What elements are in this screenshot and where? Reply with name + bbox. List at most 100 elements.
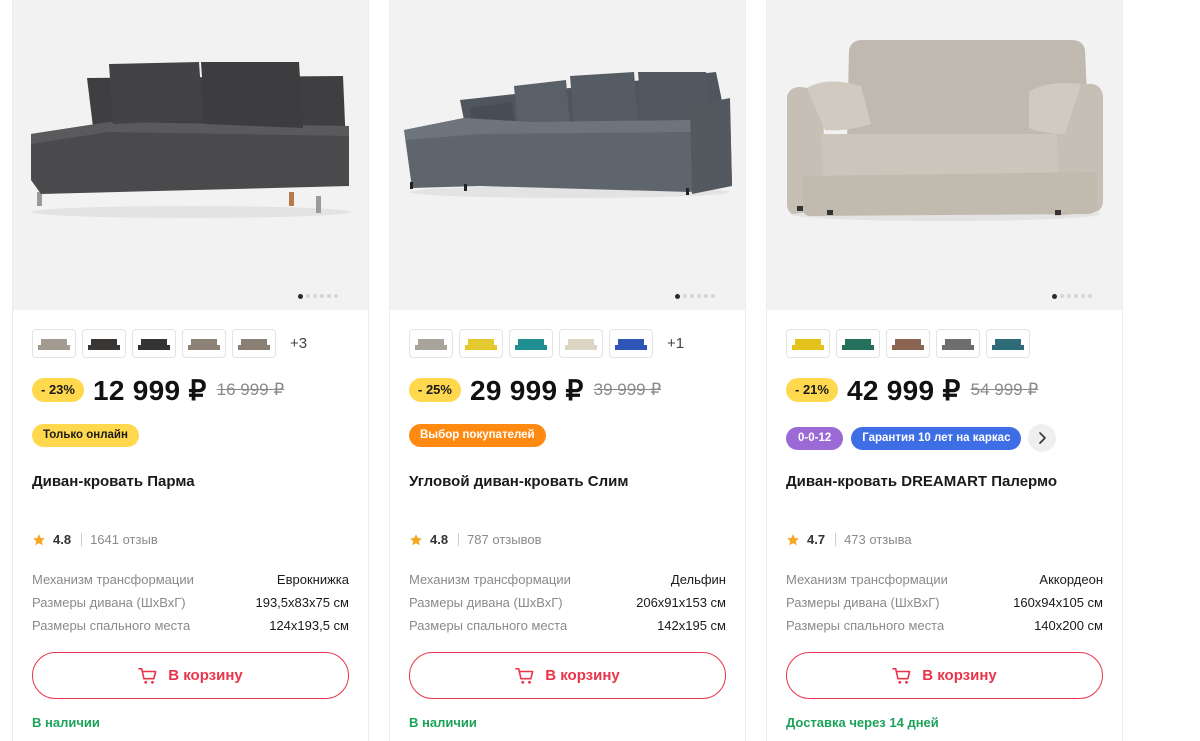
color-swatch[interactable]: [886, 329, 930, 358]
product-image[interactable]: [390, 0, 745, 310]
pagination-dot[interactable]: [334, 294, 338, 298]
pagination-dot[interactable]: [690, 294, 694, 298]
product-title[interactable]: Диван-кровать DREAMART Палермо: [786, 473, 1106, 490]
color-swatch[interactable]: [836, 329, 880, 358]
spec-label: Размеры дивана (ШхВхГ): [409, 595, 563, 610]
color-swatch[interactable]: [609, 329, 653, 358]
pagination-dot[interactable]: [683, 294, 687, 298]
pagination-dot[interactable]: [313, 294, 317, 298]
discount-badge: - 25%: [409, 378, 461, 402]
spec-label: Механизм трансформации: [786, 572, 948, 587]
color-swatch[interactable]: [409, 329, 453, 358]
pagination-dot[interactable]: [1067, 294, 1071, 298]
sofa-icon: [238, 338, 270, 350]
more-colors-link[interactable]: +3: [290, 335, 307, 352]
spec-label: Механизм трансформации: [32, 572, 194, 587]
reviews-link[interactable]: 1641 отзыв: [90, 532, 158, 547]
product-title[interactable]: Диван-кровать Парма: [32, 473, 352, 490]
pagination-dot[interactable]: [1074, 294, 1078, 298]
product-card[interactable]: +3 - 23% 12 999 ₽ 16 999 ₽ Только онлайн…: [12, 0, 369, 741]
rating-score: 4.8: [430, 532, 449, 547]
cart-icon: [138, 667, 157, 684]
spec-row: Размеры дивана (ШхВхГ) 193,5x83x75 см: [32, 593, 349, 616]
rating-score: 4.8: [53, 532, 72, 547]
sofa-icon: [38, 338, 70, 350]
sofa-icon: [515, 338, 547, 350]
spec-row: Размеры спального места 142x195 см: [409, 616, 726, 639]
product-card[interactable]: - 21% 42 999 ₽ 54 999 ₽ 0-0-12 Гарантия …: [766, 0, 1123, 741]
product-title[interactable]: Угловой диван-кровать Слим: [409, 473, 729, 490]
current-price: 29 999 ₽: [469, 374, 584, 406]
pagination-dot[interactable]: [306, 294, 310, 298]
spec-value: Еврокнижка: [276, 572, 349, 587]
spec-label: Размеры дивана (ШхВхГ): [786, 595, 940, 610]
color-swatch[interactable]: [509, 329, 553, 358]
cart-icon: [892, 667, 911, 684]
pagination-dot[interactable]: [1060, 294, 1064, 298]
star-icon: [33, 533, 45, 545]
specs-list: Механизм трансформации Дельфин Размеры ди…: [409, 570, 726, 639]
current-price: 42 999 ₽: [846, 374, 961, 406]
add-to-cart-button[interactable]: В корзину: [409, 652, 726, 699]
color-swatch[interactable]: [986, 329, 1030, 358]
image-pagination[interactable]: [675, 293, 715, 299]
color-swatch[interactable]: [32, 329, 76, 358]
add-to-cart-label: В корзину: [168, 667, 243, 684]
image-pagination[interactable]: [1052, 293, 1092, 299]
add-to-cart-button[interactable]: В корзину: [786, 652, 1103, 699]
price-row: - 23% 12 999 ₽ 16 999 ₽: [32, 372, 284, 408]
color-swatch[interactable]: [132, 329, 176, 358]
pagination-dot[interactable]: [704, 294, 708, 298]
spec-label: Размеры спального места: [786, 618, 945, 633]
rating: 4.8 1641 отзыв: [32, 532, 158, 547]
product-card[interactable]: +1 - 25% 29 999 ₽ 39 999 ₽ Выбор покупат…: [389, 0, 746, 741]
color-swatch[interactable]: [182, 329, 226, 358]
pagination-dot[interactable]: [697, 294, 701, 298]
product-image[interactable]: [767, 0, 1122, 310]
specs-list: Механизм трансформации Аккордеон Размеры …: [786, 570, 1103, 639]
sofa-icon: [942, 338, 974, 350]
color-swatch[interactable]: [82, 329, 126, 358]
pagination-dot[interactable]: [711, 294, 715, 298]
old-price: 39 999 ₽: [593, 380, 662, 399]
pagination-dot[interactable]: [298, 293, 303, 299]
more-colors-link[interactable]: +1: [667, 335, 684, 352]
image-pagination[interactable]: [298, 293, 338, 299]
color-swatch[interactable]: [232, 329, 276, 358]
sofa-icon: [842, 338, 874, 350]
pagination-dot[interactable]: [320, 294, 324, 298]
cart-icon: [515, 667, 534, 684]
sofa-photo: [787, 40, 1103, 221]
pagination-dot[interactable]: [327, 294, 331, 298]
sofa-icon: [465, 338, 497, 350]
color-swatch[interactable]: [786, 329, 830, 358]
color-swatch[interactable]: [559, 329, 603, 358]
pagination-dot[interactable]: [675, 293, 680, 299]
sofa-icon: [792, 338, 824, 350]
pagination-dot[interactable]: [1052, 293, 1057, 299]
sofa-icon: [565, 338, 597, 350]
spec-value: 140x200 см: [1034, 618, 1103, 633]
badges-next-button[interactable]: [1028, 424, 1057, 452]
availability-status: В наличии: [32, 715, 100, 730]
rating-divider: [835, 533, 837, 546]
color-swatch[interactable]: [936, 329, 980, 358]
add-to-cart-button[interactable]: В корзину: [32, 652, 349, 699]
color-swatch[interactable]: [459, 329, 503, 358]
rating-divider: [81, 533, 83, 546]
availability-status: Доставка через 14 дней: [786, 715, 939, 730]
pagination-dot[interactable]: [1088, 294, 1092, 298]
reviews-link[interactable]: 473 отзыва: [844, 532, 912, 547]
spec-row: Размеры дивана (ШхВхГ) 206x91x153 см: [409, 593, 726, 616]
pagination-dot[interactable]: [1081, 294, 1085, 298]
product-image[interactable]: [13, 0, 368, 310]
spec-row: Механизм трансформации Еврокнижка: [32, 570, 349, 593]
sofa-icon: [415, 338, 447, 350]
sofa-icon: [188, 338, 220, 350]
spec-row: Размеры дивана (ШхВхГ) 160x94x105 см: [786, 593, 1103, 616]
sofa-icon: [892, 338, 924, 350]
reviews-link[interactable]: 787 отзывов: [467, 532, 541, 547]
spec-row: Размеры спального места 140x200 см: [786, 616, 1103, 639]
price-row: - 21% 42 999 ₽ 54 999 ₽: [786, 372, 1038, 408]
color-swatches: +3: [32, 329, 307, 358]
